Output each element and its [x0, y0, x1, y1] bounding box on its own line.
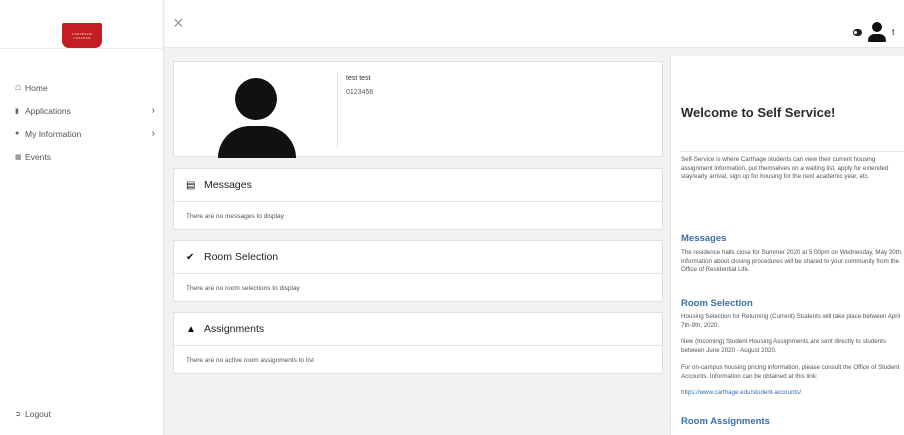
- messages-empty-text: There are no messages to display: [186, 213, 284, 220]
- room-selection-header: ✔ Room Selection: [174, 241, 662, 274]
- logout-link[interactable]: ➲ Logout: [15, 409, 51, 419]
- message-icon: ▤: [186, 179, 196, 191]
- sidebar-item-label: Events: [25, 151, 51, 162]
- close-icon[interactable]: ×: [173, 13, 184, 34]
- sidebar-item-label: Applications: [25, 105, 71, 116]
- divider: [681, 151, 904, 152]
- divider: [0, 48, 164, 49]
- messages-header: ▤ Messages: [174, 169, 662, 202]
- chevron-right-icon: ›: [151, 105, 155, 116]
- sidebar: CARTHAGE COLLEGE ☖ Home ▮ Applications ›…: [0, 0, 164, 435]
- student-accounts-link[interactable]: https://www.carthage.edu/student-account…: [681, 389, 903, 398]
- logo-line-2: COLLEGE: [73, 35, 91, 40]
- sidebar-nav: ☖ Home ▮ Applications › ● My Information…: [15, 76, 155, 168]
- room-selection-empty-text: There are no room selections to display: [186, 285, 300, 292]
- profile-id: 0123456: [346, 89, 374, 96]
- room-selection-p1: Housing Selection for Returning (Current…: [681, 313, 901, 329]
- calendar-icon: ▦: [15, 153, 22, 161]
- section-title: Room Selection: [204, 251, 279, 263]
- user-avatar-icon[interactable]: [868, 22, 886, 42]
- carthage-logo[interactable]: CARTHAGE COLLEGE: [62, 23, 102, 48]
- room-selection-card: ✔ Room Selection There are no room selec…: [173, 240, 663, 302]
- home-icon: ☖: [15, 84, 22, 92]
- room-selection-p2: New (Incoming) Student Housing Assignmen…: [681, 338, 886, 354]
- sidebar-item-my-information[interactable]: ● My Information ›: [15, 122, 155, 145]
- home-icon: ▲: [186, 323, 196, 335]
- messages-card: ▤ Messages There are no messages to disp…: [173, 168, 663, 230]
- assignments-card: ▲ Assignments There are no active room a…: [173, 312, 663, 374]
- assignments-header: ▲ Assignments: [174, 313, 662, 346]
- user-icon: ●: [15, 130, 20, 137]
- messages-heading: Messages: [681, 233, 727, 244]
- sidebar-item-home[interactable]: ☖ Home: [15, 76, 155, 99]
- file-icon: ▮: [15, 107, 19, 115]
- check-circle-icon: ✔: [186, 251, 195, 263]
- logout-label: Logout: [25, 409, 51, 419]
- room-selection-heading: Room Selection: [681, 298, 753, 309]
- sidebar-item-label: My Information: [25, 128, 82, 139]
- theme-toggle[interactable]: [853, 29, 862, 36]
- sidebar-item-events[interactable]: ▦ Events: [15, 145, 155, 168]
- room-assignments-heading: Room Assignments: [681, 416, 770, 427]
- sidebar-item-applications[interactable]: ▮ Applications ›: [15, 99, 155, 122]
- divider: [337, 72, 338, 148]
- profile-card: test test 0123456: [173, 61, 663, 158]
- assignments-empty-text: There are no active room assignments to …: [186, 357, 314, 364]
- welcome-panel: Welcome to Self Service! Self-Service is…: [670, 56, 904, 435]
- avatar: [218, 78, 296, 158]
- chevron-right-icon: ›: [151, 128, 155, 139]
- section-title: Messages: [204, 179, 252, 191]
- welcome-title: Welcome to Self Service!: [681, 105, 836, 120]
- sidebar-item-label: Home: [25, 82, 48, 93]
- messages-text: The residence halls close for Summer 202…: [681, 249, 903, 273]
- profile-name: test test: [346, 75, 371, 82]
- top-bar: × t: [165, 0, 904, 48]
- room-selection-p3: For on-campus housing pricing informatio…: [681, 364, 900, 380]
- welcome-intro: Self-Service is where Carthage students …: [681, 156, 889, 180]
- user-initial[interactable]: t: [892, 27, 895, 37]
- section-title: Assignments: [204, 323, 265, 335]
- logout-icon: ➲: [15, 411, 21, 418]
